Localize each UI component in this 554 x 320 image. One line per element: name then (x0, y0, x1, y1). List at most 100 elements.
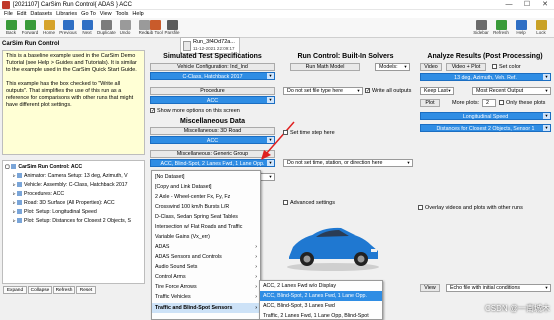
video-button[interactable]: Video (420, 63, 442, 71)
refresh-button[interactable]: Refresh (492, 19, 510, 37)
overlay-option[interactable]: Overlay videos and plots with other runs (418, 205, 523, 211)
only-these-plots-option[interactable]: Only these plots (499, 100, 545, 106)
menu-item[interactable]: Intersection w/ Flat Roads and Traffic (152, 222, 260, 232)
menu-item-highlighted[interactable]: Traffic and Blind-Spot Sensors › (152, 303, 260, 313)
menu-item[interactable]: Crosswind 100 km/h Bursts L/R (152, 202, 260, 212)
tree-item[interactable]: ▹ Animator: Camera Setup: 13 deg, Azimut… (13, 172, 128, 180)
home-button[interactable]: Home (40, 19, 58, 37)
back-icon (5, 20, 17, 30)
checkbox[interactable] (492, 64, 497, 70)
echo-file-dropdown[interactable]: Echo file with initial conditions ▼ (446, 284, 551, 292)
video-plot-button[interactable]: Video + Plot (446, 63, 486, 71)
menu-file[interactable]: File (4, 10, 13, 18)
menu-item[interactable]: Audio Sound Sets › (152, 262, 260, 272)
tree-item[interactable]: ▹ Plot: Setup: Longitudinal Speed (13, 208, 97, 216)
submenu-item[interactable]: ACC, Blind-Spot, 3 Lanes Fwd (260, 301, 382, 311)
checkbox[interactable] (365, 88, 370, 94)
parsfile-button[interactable]: Parsfile (163, 19, 181, 37)
menu-item[interactable]: D-Class, Sedan Spring Seat Tables (152, 212, 260, 222)
advanced-settings-option[interactable]: Advanced settings (283, 200, 335, 206)
duplicate-button[interactable]: Duplicate (97, 19, 116, 37)
write-all-outputs[interactable]: Write all outputs (365, 88, 411, 94)
generic-group-dropdown[interactable]: ACC, Blind-Spot, 2 Lanes Fwd, 1 Lane Opp… (150, 159, 275, 167)
expand-button[interactable]: Expand (3, 286, 27, 294)
run-name-box[interactable]: Run_3f4Od72a... 11-12-2021 22:09:17 (180, 37, 240, 54)
tree-refresh-button[interactable]: Refresh (53, 286, 75, 294)
menu-item[interactable]: [Copy and Link Dataset] (152, 182, 260, 192)
checkbox[interactable] (283, 130, 288, 136)
menu-edit[interactable]: Edit (17, 10, 26, 18)
minimize-button[interactable]: — (500, 0, 518, 10)
station-dropdown[interactable]: Do not set time, station, or direction h… (283, 159, 413, 167)
sidebar-button[interactable]: Sidebar (472, 19, 490, 37)
checkbox[interactable] (499, 100, 504, 106)
tree-item[interactable]: ▹ Plot: Setup: Distances for Closest 2 O… (13, 217, 131, 225)
misc-3d-road-dropdown[interactable]: ACC ▼ (150, 136, 275, 144)
menu-item[interactable]: Traffic Vehicles › (152, 292, 260, 302)
submenu-item[interactable]: ACC, 2 Lanes Fwd w/o Display (260, 281, 382, 291)
chevron-down-icon: ▼ (267, 73, 274, 79)
view-button[interactable]: View (420, 284, 440, 292)
checkbox[interactable] (418, 205, 423, 211)
plot2-dropdown[interactable]: Distances for Closest 2 Objects, Sensor … (420, 124, 551, 132)
keep-last-dropdown[interactable]: Keep Last ▼ (420, 87, 454, 95)
vehicle-dropdown[interactable]: C-Class, Hatchback 2017 ▼ (150, 72, 275, 80)
window-title: [2021107] CarSim Run Control{ ADAS } ACC (13, 2, 132, 8)
lock-icon (535, 20, 547, 30)
title-bar: [2021107] CarSim Run Control{ ADAS } ACC… (0, 0, 554, 10)
checkbox[interactable] (283, 200, 288, 206)
models-dropdown[interactable]: Models: ▼ (375, 63, 410, 71)
set-color-option[interactable]: Set color (492, 64, 521, 70)
submenu-item-selected[interactable]: ACC, Blind-Spot, 2 Lanes Fwd, 1 Lane Opp… (260, 291, 382, 301)
menu-item[interactable]: Tire Force Arrows › (152, 282, 260, 292)
checkbox[interactable] (150, 108, 155, 114)
forward-button[interactable]: Forward (21, 19, 39, 37)
lib-tool-button[interactable]: Lib Tool (146, 19, 164, 37)
menu-view[interactable]: View (100, 10, 112, 18)
menu-item[interactable]: Variable Gains (Vx_err) (152, 232, 260, 242)
misc-3d-road-button[interactable]: Miscellaneous: 3D Road (150, 127, 275, 135)
tree-item[interactable]: ▹ Procedures: ACC (13, 190, 64, 198)
tree-view[interactable]: ▢ CarSim Run Control: ACC ▹ Animator: Ca… (2, 160, 145, 284)
tree-item[interactable]: ▹ Road: 3D Surface (All Properties): ACC (13, 199, 115, 207)
menu-item[interactable]: ADAS › (152, 242, 260, 252)
sidebar-icon (475, 20, 487, 30)
output-dropdown[interactable]: Most Recent Output ▼ (472, 87, 551, 95)
menu-datasets[interactable]: Datasets (30, 10, 52, 18)
collapse-button[interactable]: Collapse (28, 286, 52, 294)
previous-button[interactable]: Previous (59, 19, 77, 37)
notes-box[interactable]: This is a baseline example used in the C… (2, 50, 145, 155)
menu-item[interactable]: 2 Axle - Wheel-center Fx, Fy, Fz (152, 192, 260, 202)
show-more-option[interactable]: Show more options on this screen (150, 108, 240, 114)
menu-help[interactable]: Help (132, 10, 143, 18)
menu-goto[interactable]: Go To (81, 10, 96, 18)
menu-item[interactable]: Control Arms › (152, 272, 260, 282)
back-button[interactable]: Back (2, 19, 20, 37)
lock-button[interactable]: Lock (532, 19, 550, 37)
tree-item[interactable]: ▢ CarSim Run Control: ACC (5, 163, 82, 171)
set-time-step-option[interactable]: Set time step here (283, 130, 335, 136)
plot1-dropdown[interactable]: Longitudinal Speed ▼ (420, 112, 551, 120)
reset-button[interactable]: Reset (76, 286, 96, 294)
procedure-button[interactable]: Procedure (150, 87, 275, 95)
undo-button[interactable]: Undo (116, 19, 134, 37)
maximize-button[interactable]: ☐ (518, 0, 536, 10)
procedure-dropdown[interactable]: ACC ▼ (150, 96, 275, 104)
help-button[interactable]: Help (512, 19, 530, 37)
vehicle-config-button[interactable]: Vehicle Configuration: Ind_Ind (150, 63, 275, 71)
next-button[interactable]: Next (78, 19, 96, 37)
more-plots-spinner[interactable]: 2 (482, 99, 496, 107)
menu-item[interactable]: [No Dataset] (152, 172, 260, 182)
menu-libraries[interactable]: Libraries (56, 10, 77, 18)
camera-dropdown[interactable]: 13 deg, Azimuth, Veh. Ref. ▼ (420, 73, 551, 81)
plot-button[interactable]: Plot (420, 99, 440, 107)
submenu-item[interactable]: Traffic, 2 Lanes Fwd, 1 Lane Opp, Blind-… (260, 311, 382, 320)
run-math-model-button[interactable]: Run Math Model (290, 63, 360, 71)
generic-group-button[interactable]: Miscellaneous: Generic Group (150, 150, 275, 158)
file-type-dropdown[interactable]: Do not set file type here ▼ (283, 87, 363, 95)
close-button[interactable]: ✕ (536, 0, 554, 10)
menu-tools[interactable]: Tools (116, 10, 129, 18)
menu-item[interactable]: ADAS Sensors and Controls › (152, 252, 260, 262)
tree-item[interactable]: ▹ Vehicle: Assembly: C-Class, Hatchback … (13, 181, 128, 189)
lib-tool-icon (149, 20, 161, 30)
